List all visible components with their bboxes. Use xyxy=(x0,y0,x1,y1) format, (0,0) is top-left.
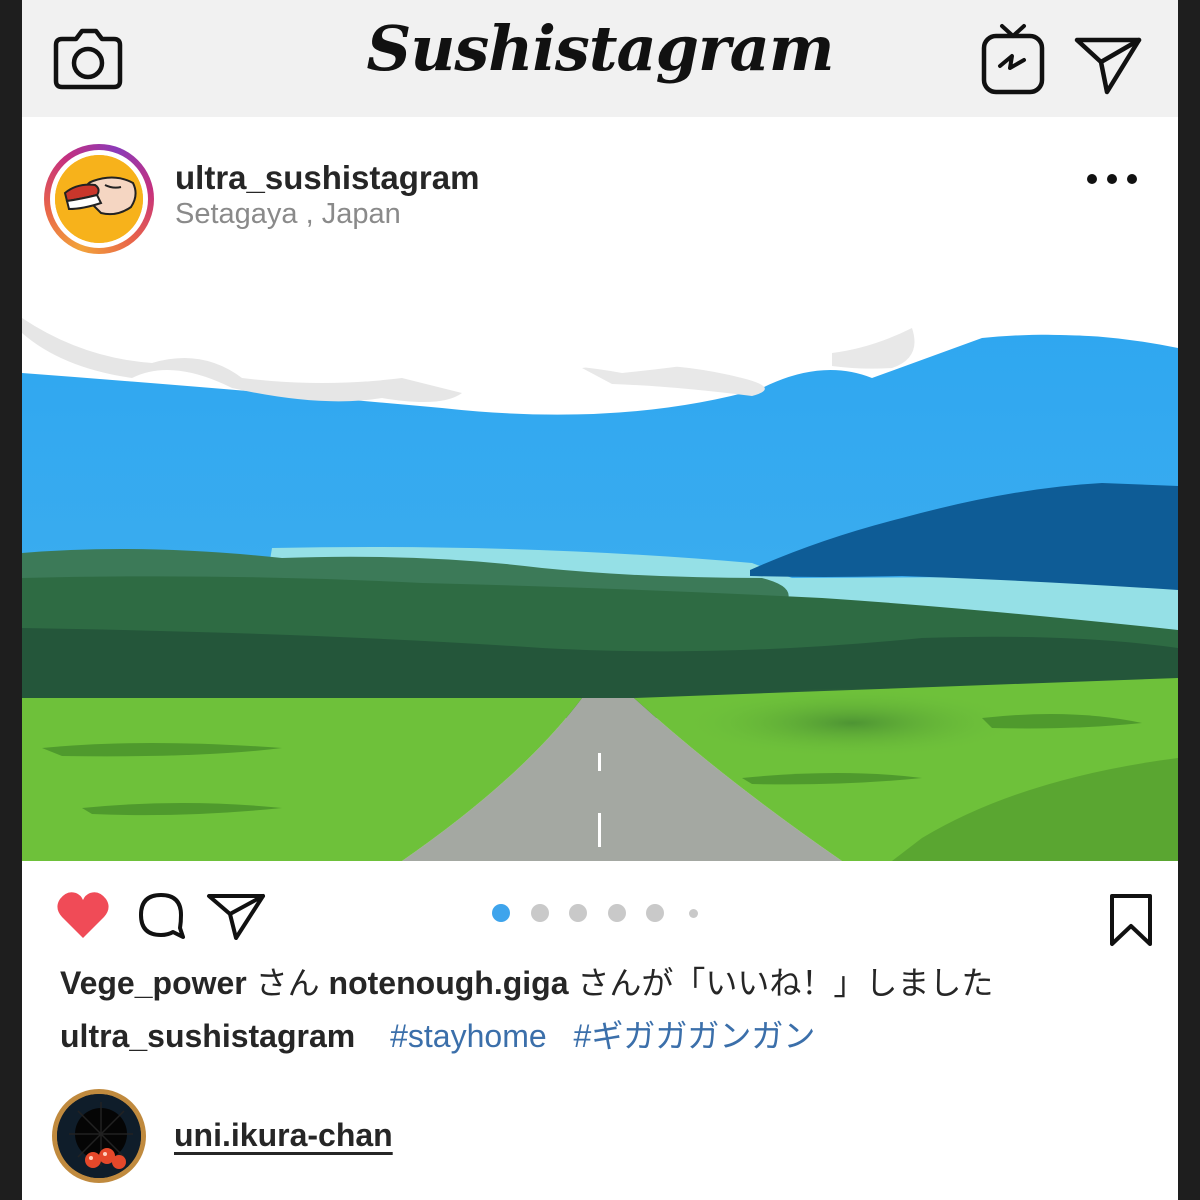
comment-icon[interactable] xyxy=(136,890,186,940)
bookmark-icon[interactable] xyxy=(1108,892,1154,948)
post-location[interactable]: Setagaya , Japan xyxy=(175,198,401,231)
igtv-icon[interactable] xyxy=(980,22,1046,96)
hashtag[interactable]: #stayhome xyxy=(390,1018,547,1054)
direct-send-icon[interactable] xyxy=(1073,34,1143,96)
post-header: ultra_sushistagram Setagaya , Japan xyxy=(22,117,1178,277)
carousel-dot xyxy=(646,904,664,922)
more-options-icon[interactable] xyxy=(1084,169,1140,189)
story-ring[interactable] xyxy=(44,144,154,254)
likes-summary: Vege_power さん notenough.giga さんが「いいね！」しま… xyxy=(60,958,993,1004)
app-screen: Sushistagram ultra_sushistagram Setagaya… xyxy=(22,0,1178,1200)
avatar[interactable] xyxy=(55,155,143,243)
comment-row: uni.ikura-chan xyxy=(22,1082,1178,1192)
hashtag[interactable]: #ギガガガンガン xyxy=(574,1018,816,1054)
like-heart-icon[interactable] xyxy=(56,890,110,940)
comment-avatar[interactable] xyxy=(52,1089,146,1183)
top-bar: Sushistagram xyxy=(22,0,1178,117)
carousel-dot xyxy=(569,904,587,922)
liked-by-user[interactable]: notenough.giga xyxy=(329,965,569,1001)
liked-by-user[interactable]: Vege_power xyxy=(60,965,247,1001)
post-photo[interactable] xyxy=(22,278,1178,861)
post-actions xyxy=(22,862,1178,962)
carousel-dot xyxy=(607,904,626,922)
honorific: さん xyxy=(255,965,320,1001)
carousel-dot xyxy=(492,904,510,922)
likes-suffix: さんが「いいね！」しました xyxy=(577,965,994,1001)
post-caption: ultra_sushistagram #stayhome #ギガガガンガン xyxy=(60,1011,815,1057)
post-username[interactable]: ultra_sushistagram xyxy=(175,159,479,197)
sushi-hand-icon xyxy=(55,155,143,243)
comment-username[interactable]: uni.ikura-chan xyxy=(174,1117,393,1154)
carousel-dot xyxy=(688,909,698,918)
caption-username[interactable]: ultra_sushistagram xyxy=(60,1018,355,1054)
carousel-dot xyxy=(530,904,549,922)
uni-ikura-icon xyxy=(57,1094,141,1178)
share-icon[interactable] xyxy=(206,892,266,940)
